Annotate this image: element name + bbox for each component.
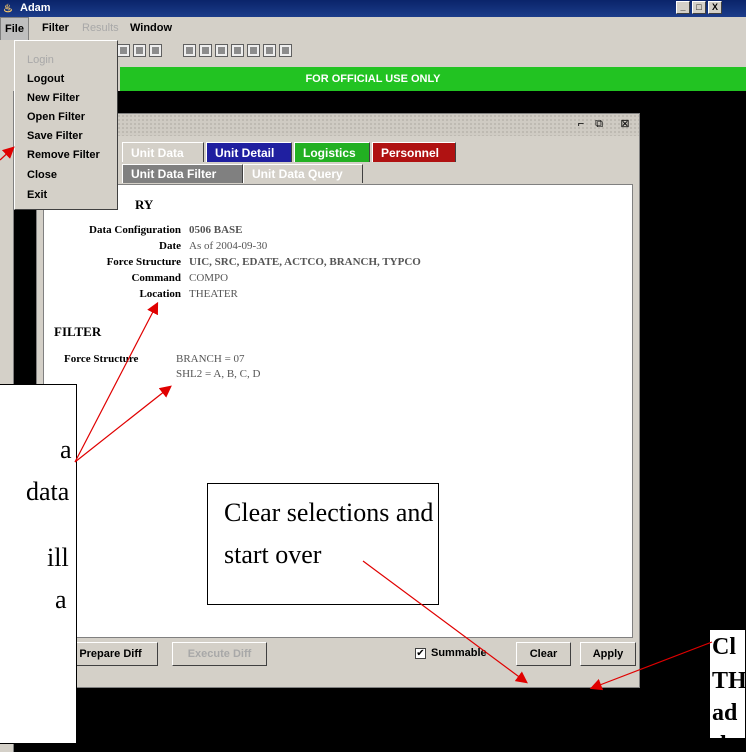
application-window: ♨ Adam _ □ X File Filter Results Window …: [0, 0, 746, 752]
arrow-to-file-menu: [0, 146, 15, 161]
annotation-arrows: [0, 146, 713, 691]
arrow-to-clear: [362, 560, 528, 684]
arrow-to-apply: [589, 641, 713, 691]
arrow-to-filter: [74, 385, 172, 463]
arrow-to-summary: [74, 301, 159, 463]
